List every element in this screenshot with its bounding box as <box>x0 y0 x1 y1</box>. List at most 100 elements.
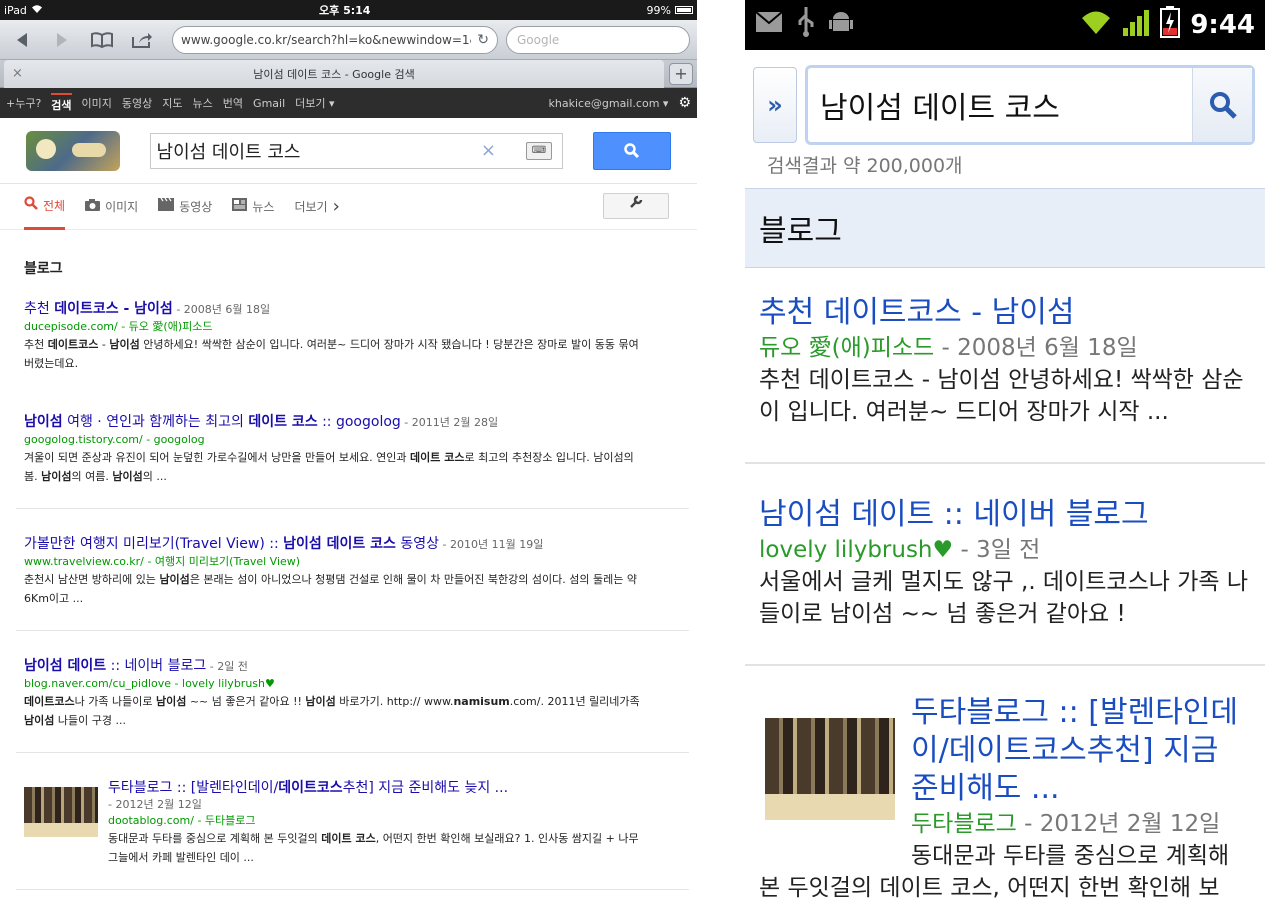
bookmarks-button[interactable] <box>86 26 118 54</box>
nav-item-all[interactable]: 전체 <box>24 184 66 230</box>
nav-item-images[interactable]: 이미지 <box>85 184 138 230</box>
search-tools-button[interactable] <box>603 193 669 219</box>
result-title-link[interactable]: 남이섬 데이트 :: 네이버 블로그 <box>759 496 1251 534</box>
search-input[interactable]: 남이섬 데이트 코스 × ⌨ <box>149 132 563 169</box>
search-row: 남이섬 데이트 코스 × ⌨ <box>0 118 697 184</box>
result-cite: ducepisode.com/ - 듀오 愛(애)피소드 <box>24 320 213 333</box>
gbar-item-gmail[interactable]: Gmail <box>253 97 285 110</box>
back-button[interactable] <box>6 26 38 54</box>
result-title-link[interactable]: 두타블로그 :: [발렌타인데이/데이트코스추천] 지금 준비해도 ... <box>911 694 1251 808</box>
clear-icon[interactable]: × <box>481 140 496 161</box>
ipad-screen: iPad 오후 5:14 99% www.google.co.kr/search… <box>0 0 697 910</box>
result-snippet: 춘천시 남산면 방하리에 있는 남이섬은 본래는 섬이 아니었으나 청평댐 건설… <box>24 573 637 605</box>
battery-charging-icon <box>1160 6 1181 44</box>
share-button[interactable] <box>126 26 158 54</box>
tab-google-search[interactable]: × 남이섬 데이트 코스 - Google 검색 <box>4 59 664 88</box>
divider <box>16 752 689 753</box>
divider <box>16 630 689 631</box>
result-title-link[interactable]: 두타블로그 :: [발렌타인데이/데이트코스추천] 지금 준비해도 늦지 ... <box>108 779 648 797</box>
tab-bar: × 남이섬 데이트 코스 - Google 검색 + <box>0 59 697 88</box>
nav-item-videos[interactable]: 동영상 <box>158 184 212 230</box>
camera-icon <box>85 198 101 215</box>
nav-label-all: 전체 <box>43 198 66 213</box>
tab-title: 남이섬 데이트 코스 - Google 검색 <box>253 67 415 81</box>
search-query: 남이섬 데이트 코스 <box>820 91 1060 126</box>
result-item: 가볼만한 여행지 미리보기(Travel View) :: 남이섬 데이트 코스… <box>24 535 681 608</box>
usb-icon <box>797 7 815 43</box>
gbar-item-translate[interactable]: 번역 <box>223 95 243 111</box>
keyboard-icon[interactable]: ⌨ <box>526 141 552 160</box>
result-cite: www.travelview.co.kr/ - 여행지 미리보기(Travel … <box>24 555 301 568</box>
result-cite: 듀오 愛(애)피소드 <box>759 335 935 361</box>
gbar-item-more[interactable]: 더보기 ▾ <box>295 95 334 111</box>
result-snippet-continued: 본 두잇걸의 데이트 코스, 어떤지 한번 확인해 보 <box>759 875 1220 901</box>
status-time: 오후 5:14 <box>319 4 371 17</box>
forward-button[interactable] <box>46 26 78 54</box>
safari-search-field[interactable]: Google <box>506 25 690 54</box>
account-email[interactable]: khakice@gmail.com ▾ <box>549 97 669 110</box>
result-cite: dootablog.com/ - 두타블로그 <box>108 814 256 827</box>
result-date: - 3일 전 <box>953 537 1041 563</box>
result-thumbnail[interactable] <box>24 787 98 837</box>
result-title-link[interactable]: 추천 데이트코스 - 남이섬 - 2008년 6월 18일 <box>24 300 681 319</box>
android-screen: 9:44 » 남이섬 데이트 코스 검색결과 약 200,000개 블로그 추천… <box>745 0 1265 910</box>
result-title-link[interactable]: 남이섬 데이트 :: 네이버 블로그 - 2일 전 <box>24 657 681 676</box>
result-date: - 2008년 6월 18일 <box>172 303 271 316</box>
result-date: - 2010년 11월 19일 <box>439 538 544 551</box>
device-label: iPad <box>4 3 27 17</box>
book-icon <box>91 31 113 48</box>
signal-icon <box>1122 8 1150 42</box>
gbar-item-images[interactable]: 이미지 <box>82 95 112 111</box>
gbar-item-maps[interactable]: 지도 <box>162 95 182 111</box>
nav-label-images: 이미지 <box>105 200 139 214</box>
divider <box>16 508 689 509</box>
result-item: 남이섬 데이트 :: 네이버 블로그 - 2일 전 blog.naver.com… <box>24 657 681 730</box>
nav-item-more[interactable]: 더보기 › <box>294 184 339 230</box>
divider <box>16 889 689 890</box>
google-black-bar: +누구? 검색 이미지 동영상 지도 뉴스 번역 Gmail 더보기 ▾ kha… <box>0 88 697 118</box>
search-button[interactable] <box>1192 68 1252 142</box>
url-text: www.google.co.kr/search?hl=ko&newwindow=… <box>181 32 471 47</box>
result-title-link[interactable]: 가볼만한 여행지 미리보기(Travel View) :: 남이섬 데이트 코스… <box>24 535 681 554</box>
result-item: 두타블로그 :: [발렌타인데이/데이트코스추천] 지금 준비해도 ... 두타… <box>759 666 1251 872</box>
result-snippet: 서울에서 글케 멀지도 않구 ,. 데이트코스나 가족 나들이로 남이섬 ~~ … <box>759 569 1248 627</box>
ipad-status-bar: iPad 오후 5:14 99% <box>0 0 697 20</box>
results-list: 추천 데이트코스 - 남이섬 듀오 愛(애)피소드 - 2008년 6월 18일… <box>745 268 1265 904</box>
gear-icon[interactable]: ⚙ <box>678 95 691 111</box>
result-thumbnail[interactable] <box>765 718 895 820</box>
gbar-item-search[interactable]: 검색 <box>51 93 72 113</box>
wifi-icon <box>31 4 43 17</box>
search-input[interactable]: 남이섬 데이트 코스 <box>805 65 1255 145</box>
close-tab-icon[interactable]: × <box>12 66 23 81</box>
result-item: 남이섬 여행 · 연인과 함께하는 최고의 데이트 코스 :: googolog… <box>24 413 681 486</box>
result-item: 추천 데이트코스 - 남이섬 듀오 愛(애)피소드 - 2008년 6월 18일… <box>759 268 1251 428</box>
reload-icon[interactable]: ↻ <box>477 32 489 48</box>
search-icon <box>1209 92 1237 119</box>
mail-icon <box>755 11 783 39</box>
safari-search-placeholder: Google <box>517 32 560 47</box>
new-tab-button[interactable]: + <box>669 62 693 85</box>
back-arrow-icon <box>17 32 27 47</box>
expand-chevron-button[interactable]: » <box>753 67 797 143</box>
nav-label-news: 뉴스 <box>252 200 275 214</box>
newspaper-icon <box>232 198 248 215</box>
results-list: 블로그 추천 데이트코스 - 남이섬 - 2008년 6월 18일 ducepi… <box>0 258 697 890</box>
url-bar[interactable]: www.google.co.kr/search?hl=ko&newwindow=… <box>172 25 498 54</box>
result-item: 추천 데이트코스 - 남이섬 - 2008년 6월 18일 ducepisode… <box>24 300 681 373</box>
google-doodle-logo[interactable] <box>26 130 120 171</box>
android-status-bar: 9:44 <box>745 0 1265 50</box>
nav-item-news[interactable]: 뉴스 <box>232 184 274 230</box>
gbar-item-plus[interactable]: +누구? <box>6 95 41 111</box>
result-item: 남이섬 데이트 :: 네이버 블로그 lovely lilybrush♥ - 3… <box>759 464 1251 630</box>
gbar-item-videos[interactable]: 동영상 <box>122 95 152 111</box>
result-title-link[interactable]: 추천 데이트코스 - 남이섬 <box>759 294 1251 332</box>
result-date: - 2011년 2월 28일 <box>400 416 499 429</box>
result-date: - 2012년 2월 12일 <box>1016 811 1221 837</box>
search-query: 남이섬 데이트 코스 <box>156 141 301 163</box>
section-title: 블로그 <box>745 188 1265 268</box>
result-title-link[interactable]: 남이섬 여행 · 연인과 함께하는 최고의 데이트 코스 :: googolog… <box>24 413 681 432</box>
android-debug-icon <box>829 9 853 41</box>
search-button[interactable] <box>593 131 671 170</box>
result-date: - 2012년 2월 12일 <box>108 798 202 811</box>
gbar-item-news[interactable]: 뉴스 <box>193 95 213 111</box>
